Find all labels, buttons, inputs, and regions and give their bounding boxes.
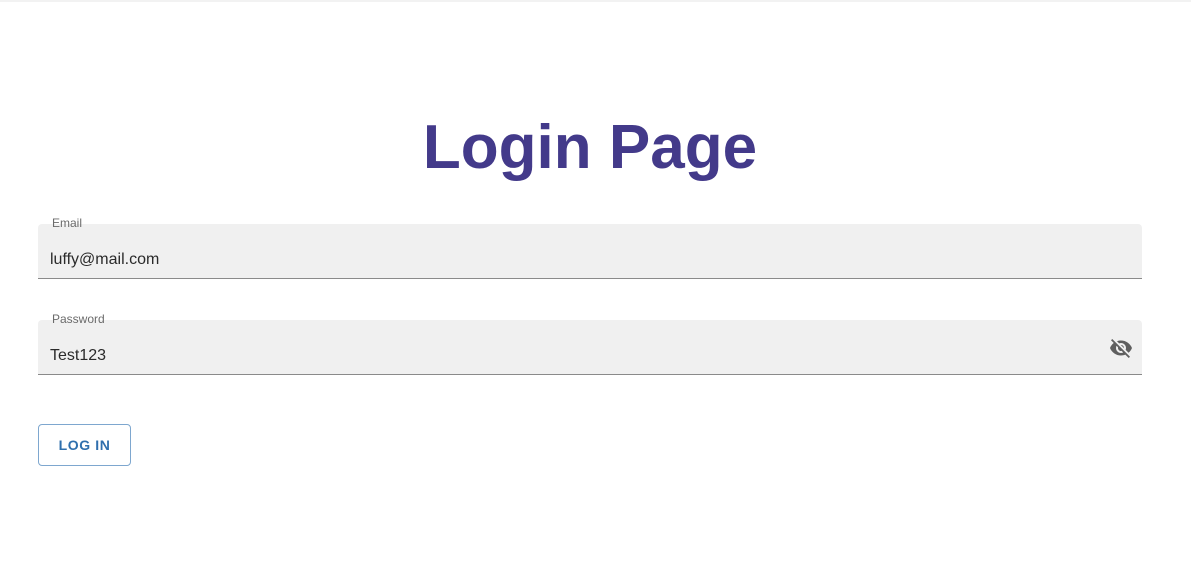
password-input[interactable] xyxy=(50,344,1090,368)
email-field[interactable]: Email xyxy=(38,216,1142,279)
password-label: Password xyxy=(52,312,105,326)
email-input[interactable] xyxy=(50,248,1090,272)
eye-off-icon[interactable] xyxy=(1108,335,1134,361)
password-field[interactable]: Password xyxy=(38,312,1142,375)
page-title: Login Page xyxy=(422,113,758,182)
top-divider xyxy=(0,0,1191,2)
email-label: Email xyxy=(52,216,83,230)
login-page: Login Page Email Password LOG IN xyxy=(0,0,1191,567)
login-button[interactable]: LOG IN xyxy=(38,424,131,466)
